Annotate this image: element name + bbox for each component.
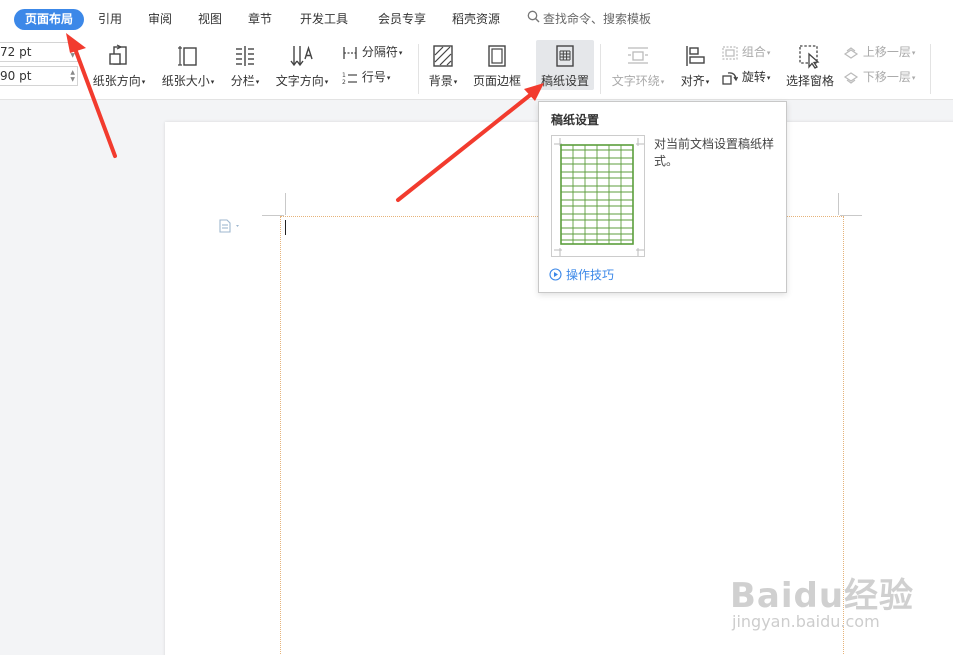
- tab-docer[interactable]: 稻壳资源: [452, 9, 500, 30]
- background-button[interactable]: 背景▾: [425, 43, 461, 89]
- paper-size-button[interactable]: 纸张大小▾: [159, 43, 217, 89]
- line-number-icon: 12: [342, 72, 357, 86]
- text-direction-label: 文字方向: [275, 74, 324, 88]
- send-backward-icon: [843, 71, 859, 84]
- page-border-label: 页面边框: [472, 74, 521, 88]
- selection-pane-label: 选择窗格: [785, 74, 834, 88]
- align-icon: [686, 46, 705, 66]
- text-direction-icon: [290, 45, 313, 67]
- tips-link-label: 操作技巧: [566, 268, 615, 282]
- tooltip-description: 对当前文档设置稿纸样式。: [654, 137, 775, 168]
- watermark-brand: Baidu经验: [730, 576, 915, 616]
- columns-button[interactable]: 分栏▾: [227, 43, 263, 89]
- separator-button[interactable]: 分隔符▾: [342, 43, 402, 61]
- selection-pane-button[interactable]: 选择窗格: [783, 43, 837, 89]
- manuscript-settings-label: 稿纸设置: [540, 74, 589, 88]
- send-backward-label: 下移一层: [862, 70, 911, 84]
- command-search[interactable]: 查找命令、搜索模板: [527, 9, 651, 30]
- play-circle-icon: [549, 267, 562, 284]
- baidu-jingyan-watermark: Baidu经验 jingyan.baidu.com: [730, 568, 940, 648]
- tab-review[interactable]: 审阅: [148, 9, 172, 30]
- spin-icon: ▲ ▼: [70, 69, 75, 83]
- text-wrap-label: 文字环绕: [611, 74, 660, 88]
- ribbon-divider: [600, 44, 601, 94]
- tab-view[interactable]: 视图: [198, 9, 222, 30]
- tab-references[interactable]: 引用: [98, 9, 122, 30]
- paper-orientation-icon: [109, 44, 127, 65]
- rotate-button[interactable]: 旋转▾: [722, 68, 770, 86]
- rotate-icon: [722, 71, 739, 85]
- tab-section[interactable]: 章节: [248, 9, 272, 30]
- watermark-url: jingyan.baidu.com: [732, 612, 880, 631]
- font-size-field-2[interactable]: 90 pt ▲ ▼: [0, 66, 78, 86]
- page-border-icon: [488, 45, 506, 67]
- ribbon-divider: [930, 44, 931, 94]
- tab-developer[interactable]: 开发工具: [300, 9, 348, 30]
- line-number-button[interactable]: 12 行号▾: [342, 68, 390, 86]
- tab-bar: 页面布局 引用 审阅 视图 章节 开发工具 会员专享 稻壳资源 查找命令、搜索模…: [0, 0, 953, 38]
- group-label: 组合: [741, 45, 766, 59]
- margin-corner-mark: [838, 193, 839, 215]
- group-button[interactable]: 组合▾: [722, 43, 770, 61]
- paper-size-icon: [178, 46, 197, 66]
- tooltip-title: 稿纸设置: [551, 113, 600, 127]
- tab-member[interactable]: 会员专享: [378, 9, 426, 30]
- manuscript-settings-button[interactable]: 稿纸设置: [536, 43, 594, 89]
- svg-text:2: 2: [342, 79, 346, 85]
- text-wrap-button[interactable]: 文字环绕▾: [607, 43, 669, 89]
- bring-forward-label: 上移一层: [862, 45, 911, 59]
- align-button[interactable]: 对齐▾: [675, 43, 715, 89]
- separator-label: 分隔符: [361, 45, 398, 59]
- ribbon-divider: [418, 44, 419, 94]
- paper-orientation-button[interactable]: 纸张方向▾: [90, 43, 148, 89]
- background-label: 背景: [428, 74, 453, 88]
- align-label: 对齐: [680, 74, 705, 88]
- send-backward-button[interactable]: 下移一层▾: [843, 68, 915, 86]
- spin-icon: ▲ ▼: [70, 45, 75, 59]
- separator-icon: [343, 46, 357, 59]
- svg-text:1: 1: [342, 72, 346, 79]
- font-size-field-1[interactable]: 72 pt ▲ ▼: [0, 42, 78, 62]
- font-size-value-1: 72 pt: [0, 45, 32, 59]
- paper-size-label: 纸张大小: [161, 74, 210, 88]
- tab-page-layout[interactable]: 页面布局: [14, 9, 85, 30]
- manuscript-preview-image: [551, 135, 645, 257]
- page-border-button[interactable]: 页面边框: [468, 43, 526, 89]
- line-number-label: 行号: [361, 70, 386, 84]
- bring-forward-icon: [843, 46, 859, 59]
- bring-forward-button[interactable]: 上移一层▾: [843, 43, 915, 61]
- margin-corner-mark: [285, 193, 286, 215]
- text-cursor: [285, 220, 286, 235]
- manuscript-settings-tooltip: 稿纸设置 对当前文档设置稿纸样式。 操作技巧: [538, 101, 787, 293]
- paper-orientation-label: 纸张方向: [92, 74, 141, 88]
- columns-icon: [236, 46, 254, 66]
- font-size-value-2: 90 pt: [0, 69, 32, 83]
- search-placeholder: 查找命令、搜索模板: [543, 12, 652, 26]
- background-icon: [433, 45, 453, 67]
- selection-pane-icon: [799, 45, 820, 69]
- text-direction-button[interactable]: 文字方向▾: [272, 43, 332, 89]
- ribbon-toolbar: 72 pt ▲ ▼ 90 pt ▲ ▼ 纸张方向▾ 纸张大小▾ 分栏▾ 文字方向…: [0, 38, 953, 100]
- search-icon: [527, 9, 540, 30]
- columns-label: 分栏: [230, 74, 255, 88]
- tips-link[interactable]: 操作技巧: [549, 266, 614, 284]
- group-icon: [722, 45, 738, 60]
- manuscript-grid-icon: [556, 45, 574, 67]
- rotate-label: 旋转: [741, 70, 766, 84]
- text-wrap-icon: [628, 47, 648, 64]
- paragraph-layout-icon[interactable]: [219, 219, 243, 236]
